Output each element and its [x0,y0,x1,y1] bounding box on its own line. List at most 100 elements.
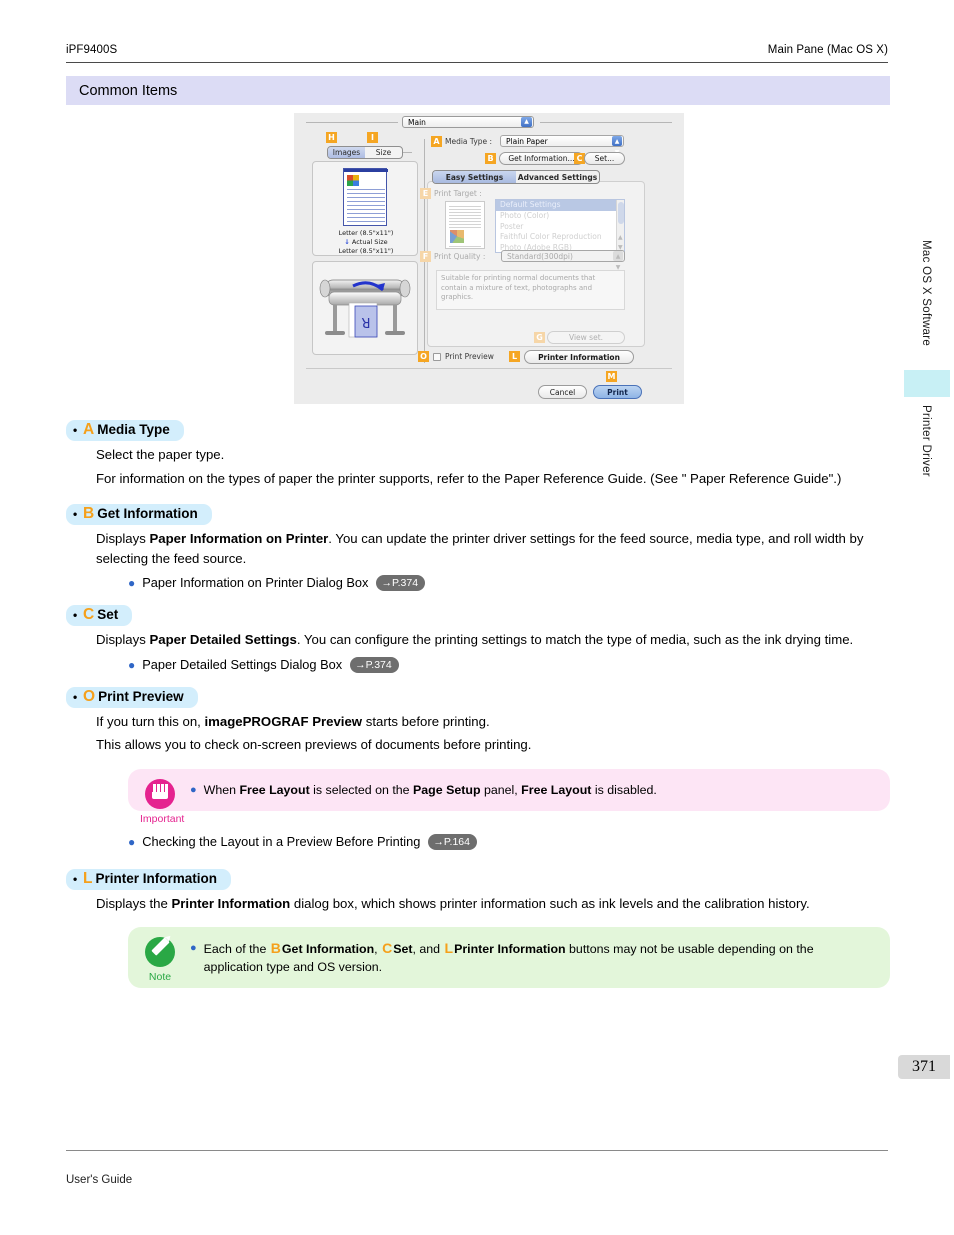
bold-term: Set [393,942,413,956]
media-type-value: Plain Paper [506,137,548,146]
page-reference-badge[interactable]: →P.164 [428,833,477,850]
document-page: iPF9400S Main Pane (Mac OS X) Common Ite… [0,0,954,1235]
section-letter: L [83,869,93,887]
important-callout: Important ● When Free Layout is selected… [128,768,890,825]
list-item[interactable]: Poster [496,222,624,233]
paragraph: This allows you to check on-screen previ… [96,737,532,752]
cross-reference-text: Paper Information on Printer Dialog Box [142,575,369,590]
page-reference-badge[interactable]: →P.374 [350,656,399,673]
section-banner-title: Common Items [79,82,178,99]
callout-tag-a: A [431,136,442,147]
inline-letter-l: L [444,940,454,956]
tab-images[interactable]: Images [328,147,365,158]
note-icon-group: Note [140,937,180,986]
settings-tabs[interactable]: Easy Settings Advanced Settings [432,170,600,184]
header-pane-title: Main Pane (Mac OS X) [767,44,888,56]
section-heading: • O Print Preview [66,686,198,708]
print-quality-description: Suitable for printing normal documents t… [436,270,625,310]
view-set-button[interactable]: View set. [547,331,625,344]
bullet-icon: ● [190,783,197,796]
pencil-icon [145,937,175,967]
get-information-button[interactable]: Get Information... [499,152,584,165]
set-button[interactable]: Set... [584,152,625,165]
list-scrollbar[interactable]: ▲ ▼ [616,200,624,252]
page-reference-badge[interactable]: →P.374 [376,575,426,591]
section-heading: • L Printer Information [66,868,231,890]
scroll-up-icon[interactable]: ▲ [618,234,623,241]
bullet-icon: ● [128,834,136,849]
sheet-image-thumb [347,175,359,186]
section-media-type: • A Media Type Select the paper type. Fo… [66,420,890,488]
thumbnail-image [450,230,464,243]
tab-advanced-settings[interactable]: Advanced Settings [516,171,599,183]
section-heading: • C Set [66,605,133,626]
scaling-label: Actual Size [351,238,388,246]
page-header: iPF9400S Main Pane (Mac OS X) [66,44,888,56]
print-button[interactable]: Print [593,385,642,399]
print-target-list[interactable]: Default Settings Photo (Color) Poster Fa… [495,199,625,253]
section-heading: • B Get Information [66,504,212,525]
scrollbar-thumb[interactable] [618,202,624,224]
sheet-header-band [344,169,388,172]
svg-text:R: R [361,314,370,329]
print-quality-value: Standard(300dpi) [507,252,573,261]
footer-label: User's Guide [66,1174,133,1186]
paragraph: Displays Paper Detailed Settings. You ca… [96,632,854,647]
section-get-information: • B Get Information Displays Paper Infor… [66,504,890,592]
cross-reference-item[interactable]: ● Checking the Layout in a Preview Befor… [128,833,890,851]
bullet-icon: • [73,689,78,704]
list-item[interactable]: Default Settings [496,200,624,211]
tab-size[interactable]: Size [365,147,402,158]
bold-term: Free Layout [521,782,592,797]
cross-reference-item[interactable]: ● Paper Detailed Settings Dialog Box →P.… [128,656,890,674]
bold-term: Get Information [281,942,375,956]
bold-term: Page Setup [413,782,481,797]
rail-highlight-block [904,370,950,397]
tag-leader-a [403,152,412,153]
page-preview-group: Letter (8.5"x11") ↓ Actual Size Letter (… [312,161,418,256]
rail-label-driver: Printer Driver [920,405,932,477]
note-caption: Note [148,971,172,983]
shot-rule-right [540,122,672,123]
paper-size-output: Letter (8.5"x11") [338,247,394,255]
pane-select[interactable]: Main ▲ [402,116,534,128]
callout-tag-b: B [485,153,496,164]
bullet-icon: • [73,423,78,437]
bold-term: Printer Information [454,942,566,956]
callout-tag-i: I [367,132,378,143]
list-item[interactable]: Photo (Color) [496,211,624,222]
print-preview-label: Print Preview [445,352,494,361]
callout-tag-l: L [509,351,520,362]
bullet-icon: • [73,871,78,886]
page-preview-sheet [343,168,388,226]
print-quality-select[interactable]: Standard(300dpi) ▲ ▼ [501,250,625,271]
images-size-tabs[interactable]: Images Size [327,146,403,159]
section-letter: C [83,606,95,623]
pane-select-value: Main [408,118,426,127]
bold-term: Paper Information on Printer [149,531,329,546]
note-text: ● Each of the BGet Information, CSet, an… [190,940,814,974]
chevron-updown-icon: ▲ [521,117,532,127]
section-print-preview: • O Print Preview If you turn this on, i… [66,686,890,851]
print-quality-label: Print Quality : [434,252,486,261]
printer-information-button[interactable]: Printer Information [524,350,634,364]
callout-tag-e: E [420,188,431,199]
list-item[interactable]: Faithful Color Reproduction [496,232,624,243]
cross-reference-text: Checking the Layout in a Preview Before … [142,833,421,849]
section-title: Get Information [97,506,198,521]
header-rule [66,62,888,63]
media-type-select[interactable]: Plain Paper ▲▼ [500,135,624,156]
section-set: • C Set Displays Paper Detailed Settings… [66,605,890,674]
print-preview-checkbox[interactable] [433,353,441,361]
chevron-updown-icon: ▲▼ [612,136,622,156]
cross-reference-text: Paper Detailed Settings Dialog Box [142,656,343,672]
paper-size-source: Letter (8.5"x11") [338,229,394,237]
callout-tag-h: H [326,132,337,143]
tab-easy-settings[interactable]: Easy Settings [433,171,516,183]
section-heading: • A Media Type [66,420,184,441]
cancel-button[interactable]: Cancel [538,385,587,399]
printer-illustration-group: R [312,261,418,355]
header-model: iPF9400S [66,44,118,56]
bold-term: Printer Information [171,895,291,911]
cross-reference-item[interactable]: ● Paper Information on Printer Dialog Bo… [128,574,890,592]
